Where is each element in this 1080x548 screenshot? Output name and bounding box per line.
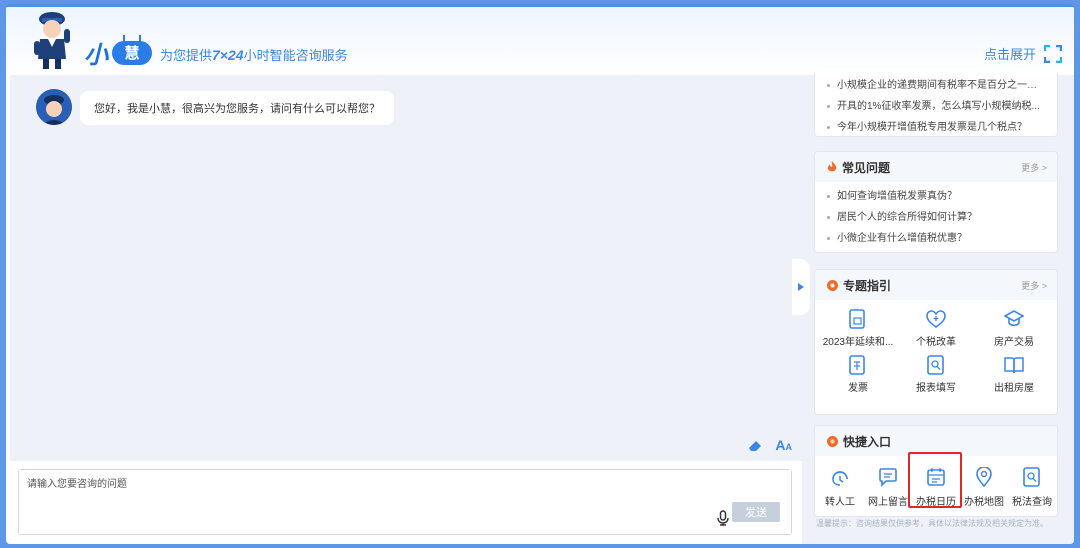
brand-logo: 小 慧: [84, 34, 152, 70]
topic-label: 出租房屋: [994, 383, 1034, 394]
quick-item-message[interactable]: 网上留言: [865, 466, 911, 508]
quick-item-tax-map[interactable]: 办税地图: [961, 466, 1007, 508]
message-icon: [878, 466, 898, 488]
topic-label: 个税改革: [916, 337, 956, 348]
topic-label: 房产交易: [994, 337, 1034, 348]
topics-title: 专题指引: [843, 278, 892, 293]
invoice-icon: [849, 354, 867, 376]
fullscreen-icon: [1044, 44, 1062, 63]
document-icon: [849, 308, 867, 330]
question-input[interactable]: [19, 470, 791, 534]
headset-icon: [830, 466, 850, 488]
header: 小 慧 为您提供7×24小时智能咨询服务 点击展开: [6, 7, 1074, 75]
faq-header: 常见问题 更多 >: [815, 152, 1057, 182]
brand-xiao: 小: [84, 42, 108, 69]
faq-title: 常见问题: [842, 160, 891, 175]
sidebar-toggle[interactable]: [792, 259, 810, 315]
greeting-message: 您好，我是小慧，很高兴为您服务，请问有什么可以帮您？: [80, 91, 394, 125]
font-size-small: A: [785, 442, 793, 452]
quick-item-transfer-agent[interactable]: 转人工: [817, 466, 863, 508]
quick-item-label: 转人工: [825, 497, 855, 508]
highlight-annotation: [908, 452, 962, 508]
topic-guide-icon: [827, 279, 838, 291]
expand-label: 点击展开: [983, 47, 1036, 62]
chat-tools: AA: [747, 437, 792, 453]
list-item[interactable]: 小规模企业的递费期间有税率不是百分之一吗...: [827, 75, 1045, 96]
quick-entry-title: 快捷入口: [843, 434, 892, 449]
topic-item[interactable]: 房产交易: [975, 308, 1053, 348]
quick-item-label: 办税地图: [964, 497, 1004, 508]
mascot-icon: [34, 12, 70, 69]
search-doc-icon: [927, 354, 945, 376]
topic-label: 报表填写: [916, 383, 956, 394]
list-item[interactable]: 居民个人的综合所得如何计算？: [827, 207, 1045, 228]
fire-icon: [827, 161, 837, 173]
graduation-cap-icon: [1004, 308, 1024, 330]
quick-item-tax-law-search[interactable]: 税法查询: [1009, 466, 1055, 508]
slogan-pre: 为您提供: [160, 48, 213, 63]
faq-list: 如何查询增值税发票真伪？ 居民个人的综合所得如何计算？ 小微企业有什么增值税优惠…: [815, 182, 1057, 249]
slogan-post: 小时智能咨询服务: [243, 48, 348, 63]
heart-plus-icon: [926, 308, 946, 330]
search-doc-icon: [1023, 466, 1041, 488]
quick-item-label: 网上留言: [868, 497, 908, 508]
send-button[interactable]: 发送: [732, 502, 780, 522]
question-input-box: [18, 469, 792, 535]
quick-entry-icon: [827, 435, 838, 447]
font-size-big: A: [775, 437, 786, 453]
quick-item-label: 税法查询: [1012, 497, 1052, 508]
microphone-icon[interactable]: [717, 510, 729, 526]
map-pin-icon: [975, 466, 993, 488]
topic-item[interactable]: 发票: [819, 354, 897, 394]
chat-area: 您好，我是小慧，很高兴为您服务，请问有什么可以帮您？ AA: [10, 75, 802, 461]
eraser-icon[interactable]: [747, 438, 763, 452]
list-item[interactable]: 开具的1%征收率发票，怎么填写小规模纳税...: [827, 96, 1045, 117]
avatar: [36, 89, 72, 125]
font-size-button[interactable]: AA: [775, 437, 792, 453]
topic-label: 发票: [848, 383, 868, 394]
recent-questions-card: 小规模企业的递费期间有税率不是百分之一吗... 开具的1%征收率发票，怎么填写小…: [814, 73, 1058, 137]
topic-item[interactable]: 报表填写: [897, 354, 975, 394]
list-item[interactable]: 如何查询增值税发票真伪？: [827, 186, 1045, 207]
topics-card: 专题指引 更多 > 2023年延续和... 个税改革 房产交易 发票 报表填写 …: [814, 269, 1058, 415]
topics-more-link[interactable]: 更多 >: [1021, 279, 1047, 292]
caret-right-icon: [798, 283, 804, 291]
book-icon: [1004, 354, 1024, 376]
list-item[interactable]: 今年小规模开增值税专用发票是几个税点？: [827, 117, 1045, 138]
recent-questions-list: 小规模企业的递费期间有税率不是百分之一吗... 开具的1%征收率发票，怎么填写小…: [815, 73, 1057, 138]
slogan-bold: 7×24: [212, 47, 244, 63]
topic-item[interactable]: 2023年延续和...: [819, 308, 897, 348]
slogan: 为您提供7×24小时智能咨询服务: [160, 45, 348, 64]
expand-button[interactable]: 点击展开: [984, 44, 1062, 63]
topic-item[interactable]: 出租房屋: [975, 354, 1053, 394]
topic-item[interactable]: 个税改革: [897, 308, 975, 348]
bot-avatar-icon: [36, 89, 72, 125]
disclaimer-tip: 温馨提示：咨询结果仅供参考，具体以法律法规及相关规定为准。: [816, 519, 1048, 528]
topics-grid: 2023年延续和... 个税改革 房产交易 发票 报表填写 出租房屋: [815, 300, 1057, 394]
list-item[interactable]: 小微企业有什么增值税优惠？: [827, 228, 1045, 249]
topics-header: 专题指引 更多 >: [815, 270, 1057, 300]
brand-hui: 慧: [112, 34, 152, 65]
faq-card: 常见问题 更多 > 如何查询增值税发票真伪？ 居民个人的综合所得如何计算？ 小微…: [814, 151, 1058, 253]
faq-more-link[interactable]: 更多 >: [1021, 161, 1047, 174]
topic-label: 2023年延续和...: [822, 337, 894, 348]
